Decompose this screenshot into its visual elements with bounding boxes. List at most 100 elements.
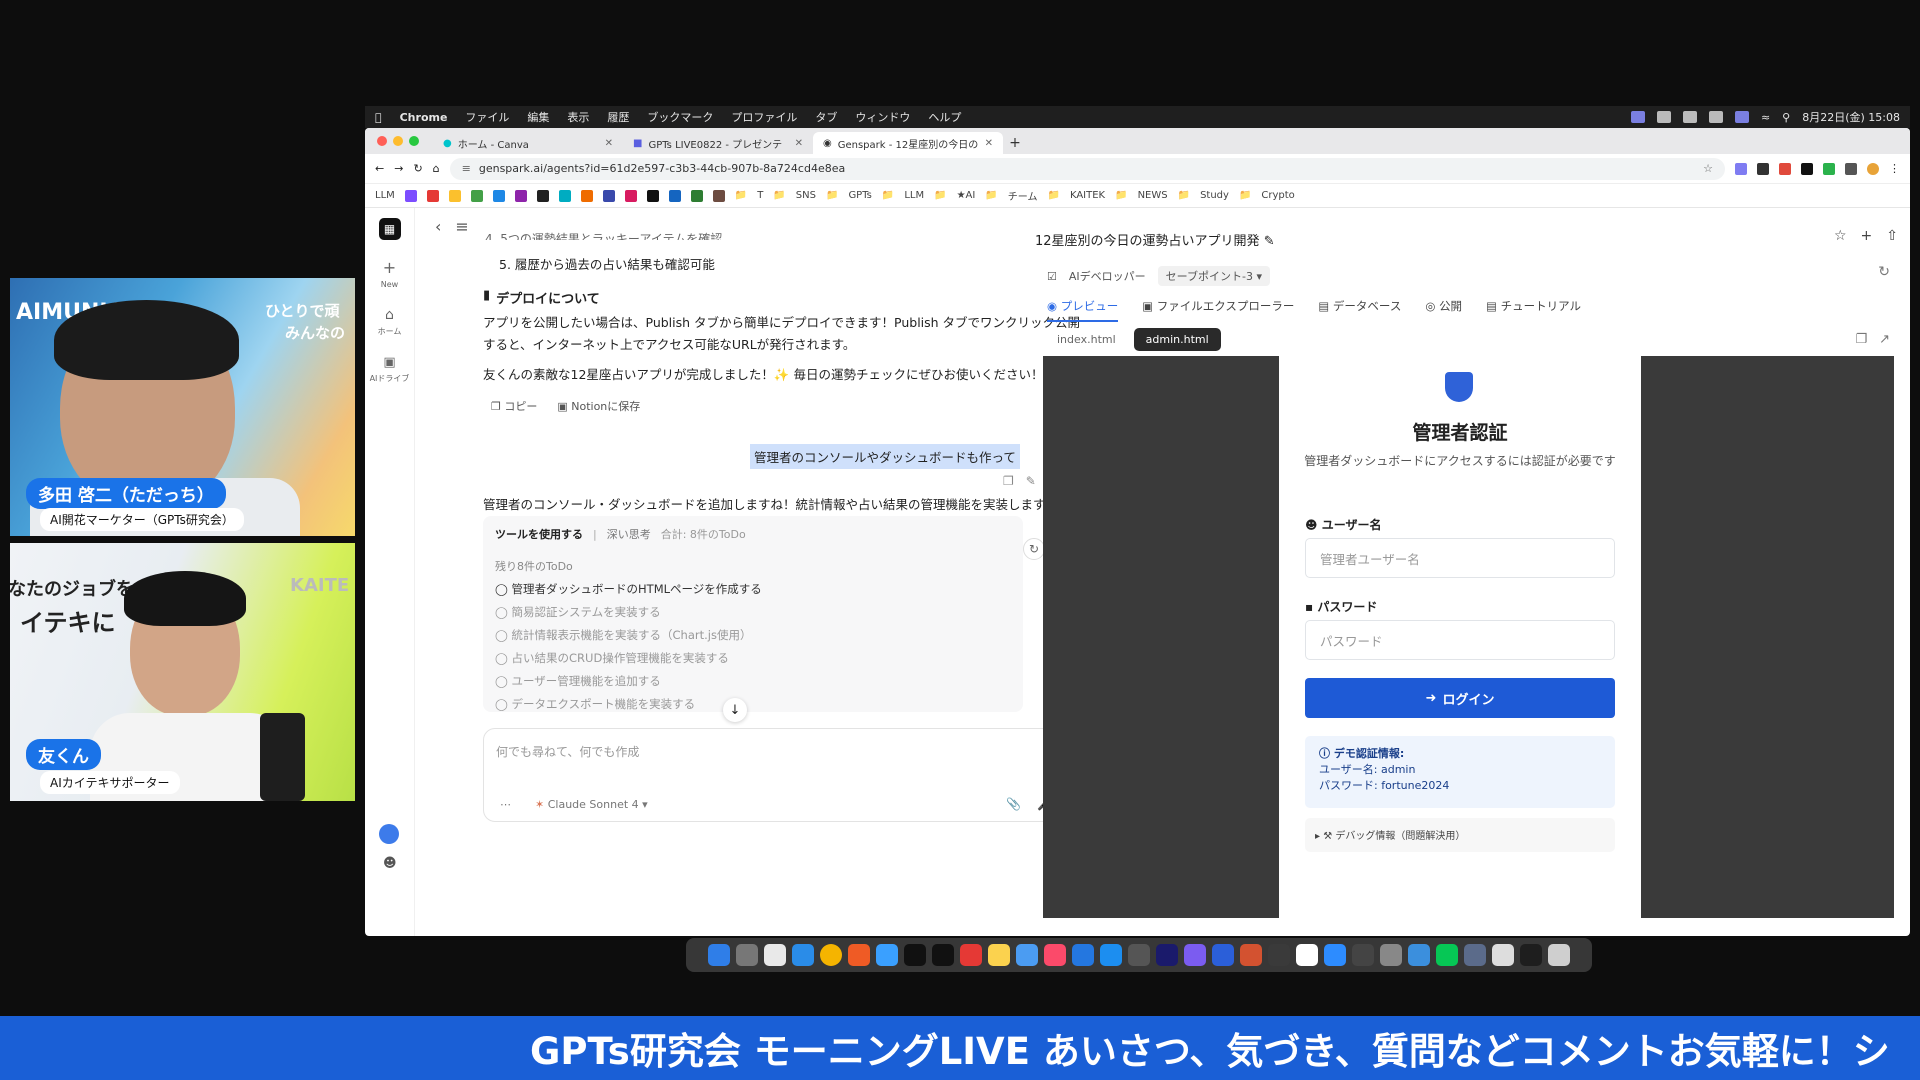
refresh-divider-button[interactable]: ↻ [1023, 538, 1045, 560]
dock-app-icon[interactable] [1408, 944, 1430, 966]
dock-app-icon[interactable] [1492, 944, 1514, 966]
extension-icon[interactable] [1823, 162, 1835, 175]
savepoint-dropdown[interactable]: セーブポイント-3 ▾ [1157, 266, 1270, 286]
share-icon[interactable]: ⇧ [1886, 228, 1898, 244]
zoom-icon[interactable] [1324, 944, 1346, 966]
menu-item-history[interactable]: 履歴 [607, 109, 629, 125]
menu-icon[interactable]: ≡ [455, 217, 468, 236]
copy-icon[interactable]: ❐ [1003, 474, 1014, 488]
tab-tutorial[interactable]: ▤ チュートリアル [1486, 298, 1581, 322]
dock-app-icon[interactable] [1072, 944, 1094, 966]
forward-icon[interactable]: → [394, 162, 403, 175]
username-input[interactable]: 管理者ユーザー名 [1305, 538, 1615, 578]
extension-icon[interactable] [1845, 162, 1857, 175]
bookmark-icon[interactable] [426, 189, 439, 202]
edit-icon[interactable]: ✎ [1264, 234, 1275, 249]
settings-icon[interactable] [1128, 944, 1150, 966]
bookmark-folder[interactable]: NEWS [1138, 190, 1168, 201]
bookmark-icon[interactable] [470, 189, 483, 202]
password-input[interactable]: パスワード [1305, 620, 1615, 660]
bookmark-folder[interactable]: SNS [796, 190, 816, 201]
bookmark-folder[interactable]: Crypto [1261, 190, 1294, 201]
dock-app-icon[interactable] [960, 944, 982, 966]
genspark-logo-icon[interactable]: ▦ [378, 218, 401, 240]
dock-app-icon[interactable] [1380, 944, 1402, 966]
app-store-icon[interactable] [1100, 944, 1122, 966]
reload-icon[interactable]: ↻ [413, 162, 422, 175]
bookmark-icon[interactable] [580, 189, 593, 202]
model-selector[interactable]: ✶ Claude Sonnet 4 ▾ [535, 798, 648, 811]
extension-icon[interactable] [1735, 162, 1747, 175]
bookmark-icon[interactable] [646, 189, 659, 202]
avatar[interactable] [1867, 162, 1879, 175]
back-icon[interactable]: ← [375, 162, 384, 175]
menu-item-view[interactable]: 表示 [567, 109, 589, 125]
rail-home[interactable]: ⌂ ホーム [378, 307, 402, 337]
login-button[interactable]: ➜ ログイン [1305, 678, 1615, 718]
bookmark-folder[interactable]: T [757, 190, 763, 201]
tools-label[interactable]: ツールを使用する [495, 526, 583, 542]
dock-app-icon[interactable] [904, 944, 926, 966]
tab-database[interactable]: ▤ データベース [1318, 298, 1401, 322]
word-icon[interactable] [1212, 944, 1234, 966]
status-icon[interactable] [1630, 111, 1645, 123]
extension-icon[interactable] [1779, 162, 1791, 175]
bookmark-folder[interactable]: LLM [904, 190, 924, 201]
browser-tab[interactable]: ● ホーム - Canva ✕ [433, 132, 623, 154]
bookmark-icon[interactable] [536, 189, 549, 202]
status-icon[interactable] [1682, 111, 1697, 123]
star-icon[interactable]: ☆ [1834, 228, 1847, 244]
browser-tab-active[interactable]: ◉ Genspark - 12星座別の今日の ✕ [813, 132, 1003, 154]
status-icon[interactable] [1708, 111, 1723, 123]
bookmark-icon[interactable] [404, 189, 417, 202]
dock-app-icon[interactable] [1184, 944, 1206, 966]
debug-toggle[interactable]: ▸ ⚒ デバッグ情報（問題解決用） [1305, 818, 1615, 852]
dock-app-icon[interactable] [1156, 944, 1178, 966]
bookmark-icon[interactable] [624, 189, 637, 202]
dock-app-icon[interactable] [1296, 944, 1318, 966]
notion-save-button[interactable]: ▣ Notionに保存 [557, 398, 640, 414]
todo-item[interactable]: ◯ 簡易認証システムを実装する [495, 601, 1011, 624]
browser-tab[interactable]: ■ GPTs LIVE0822 - プレゼンテ ✕ [623, 132, 813, 154]
new-tab-button[interactable]: + [1003, 132, 1027, 154]
menu-item-profile[interactable]: プロファイル [731, 109, 797, 125]
rail-ai-drive[interactable]: ▣ AIドライブ [370, 355, 410, 384]
rail-new[interactable]: + New [381, 258, 398, 289]
status-icon[interactable] [1656, 111, 1671, 123]
dock-app-icon[interactable] [876, 944, 898, 966]
minimize-window-button[interactable] [393, 136, 403, 146]
todo-item[interactable]: ◯ 統計情報表示機能を実装する（Chart.js使用） [495, 624, 1011, 647]
menu-item-window[interactable]: ウィンドウ [855, 109, 910, 125]
dock-app-icon[interactable] [1016, 944, 1038, 966]
dock-app-icon[interactable] [1520, 944, 1542, 966]
bookmark-folder[interactable]: Study [1200, 190, 1229, 201]
attach-icon[interactable]: 📎 [1006, 797, 1021, 811]
extension-icon[interactable] [1757, 162, 1769, 175]
more-icon[interactable]: ⋮ [1889, 162, 1900, 175]
dock-app-icon[interactable] [1268, 944, 1290, 966]
todo-item[interactable]: ◯ 占い結果のCRUD操作管理機能を実装する [495, 647, 1011, 670]
todo-item[interactable]: ◯ データエクスポート機能を実装する [495, 693, 1011, 716]
search-icon[interactable]: ⚲ [1782, 111, 1790, 124]
dock-app-icon[interactable] [932, 944, 954, 966]
status-icon[interactable] [1734, 111, 1749, 123]
tab-preview[interactable]: ◉ プレビュー [1047, 298, 1119, 322]
refresh-icon[interactable]: ↻ [1878, 264, 1890, 280]
bookmark-folder[interactable]: ★AI [957, 190, 976, 201]
copy-button[interactable]: ❐ コピー [491, 398, 537, 414]
close-window-button[interactable] [377, 136, 387, 146]
external-link-icon[interactable]: ↗ [1879, 332, 1890, 347]
bookmark-icon[interactable] [448, 189, 461, 202]
close-icon[interactable]: ✕ [795, 138, 803, 149]
notes-icon[interactable] [988, 944, 1010, 966]
music-icon[interactable] [1044, 944, 1066, 966]
tab-publish[interactable]: ◎ 公開 [1425, 298, 1462, 322]
composer-input[interactable]: 何でも尋ねて、何でも作成 [484, 729, 1092, 774]
bookmark-icon[interactable] [690, 189, 703, 202]
todo-item[interactable]: ◯ 管理者ダッシュボードのHTMLページを作成する [495, 578, 1011, 601]
file-tab-index[interactable]: index.html [1047, 328, 1126, 351]
bookmark-icon[interactable] [558, 189, 571, 202]
zoom-window-button[interactable] [409, 136, 419, 146]
line-icon[interactable] [1436, 944, 1458, 966]
tab-file-explorer[interactable]: ▣ ファイルエクスプローラー [1142, 298, 1294, 322]
